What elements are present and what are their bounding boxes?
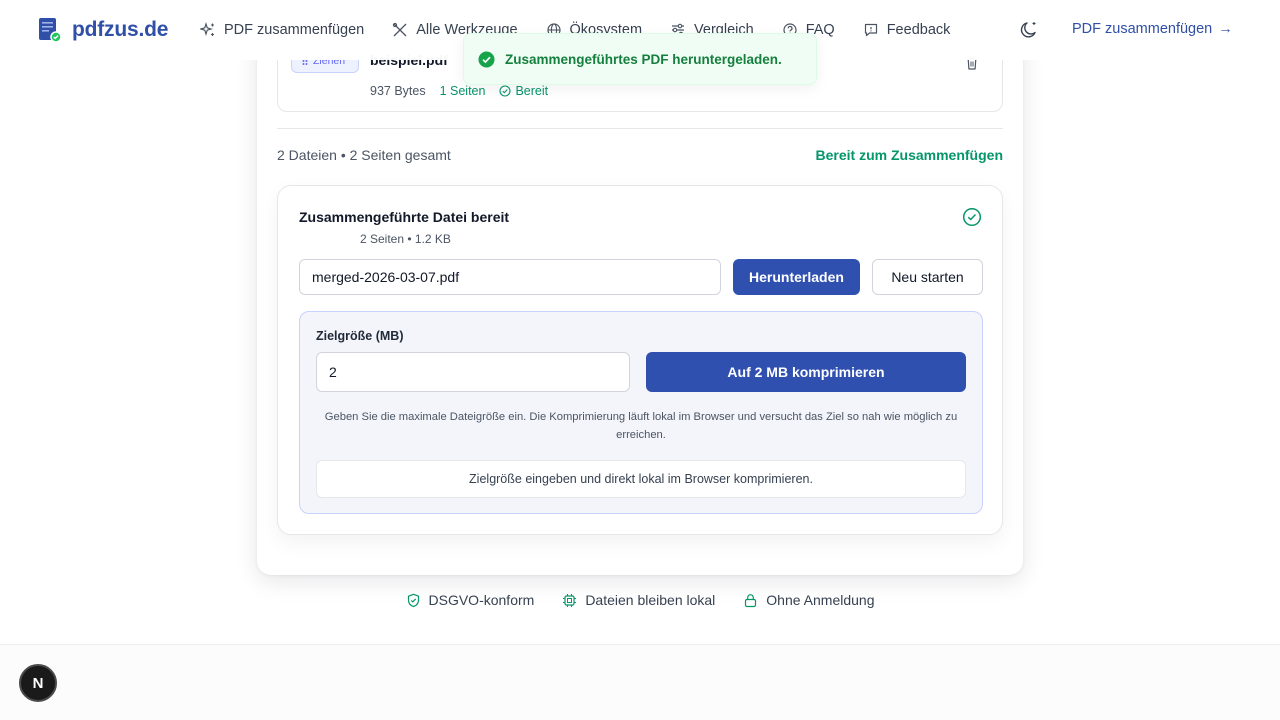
badge-label: Ohne Anmeldung bbox=[766, 592, 875, 608]
message-square-icon bbox=[864, 23, 877, 37]
sparkles-icon bbox=[200, 22, 214, 36]
tools-icon bbox=[393, 22, 407, 37]
badge-gdpr: DSGVO-konform bbox=[406, 592, 535, 608]
check-circle-icon bbox=[962, 207, 982, 227]
footer bbox=[0, 645, 1280, 720]
file-pages: 1 Seiten bbox=[439, 84, 486, 98]
badge-local-files: Dateien bleiben lokal bbox=[562, 592, 715, 608]
merge-summary: 2 Dateien • 2 Seiten gesamt bbox=[277, 147, 451, 163]
compress-button[interactable]: Auf 2 MB komprimieren bbox=[646, 352, 966, 392]
download-button[interactable]: Herunterladen bbox=[733, 259, 860, 295]
compression-help-text: Geben Sie die maximale Dateigröße ein. D… bbox=[324, 411, 958, 441]
success-toast: Zusammengeführtes PDF heruntergeladen. bbox=[463, 33, 817, 85]
moon-icon bbox=[1020, 22, 1036, 38]
file-status-label: Bereit bbox=[515, 84, 549, 98]
arrow-right-icon: → bbox=[1218, 21, 1233, 37]
logo[interactable]: pdfzus.de bbox=[38, 17, 168, 43]
file-status: Bereit bbox=[499, 84, 548, 98]
result-panel: Zusammengeführte Datei bereit 2 Seiten •… bbox=[277, 185, 1003, 535]
header-cta-label: PDF zusammenfügen bbox=[1072, 21, 1213, 37]
nav-item-merge[interactable]: PDF zusammenfügen bbox=[200, 22, 364, 38]
chip-icon bbox=[563, 593, 577, 607]
badge-no-signup: Ohne Anmeldung bbox=[743, 592, 875, 608]
result-meta: 2 Seiten • 1.2 KB bbox=[360, 232, 451, 246]
badge-label: DSGVO-konform bbox=[428, 592, 535, 608]
compression-status: Zielgröße eingeben und direkt lokal im B… bbox=[316, 460, 966, 498]
header-cta-link[interactable]: PDF zusammenfügen → bbox=[1072, 21, 1233, 37]
theme-toggle-button[interactable] bbox=[1018, 19, 1040, 41]
divider bbox=[277, 128, 1003, 129]
nav-item-label: Feedback bbox=[886, 22, 951, 38]
trust-badges: DSGVO-konform Dateien bleiben lokal Ohne… bbox=[0, 592, 1280, 608]
nextjs-dev-indicator[interactable]: N bbox=[19, 664, 57, 702]
check-circle-icon bbox=[478, 51, 495, 67]
check-circle-icon bbox=[499, 85, 512, 97]
logo-text: pdfzus.de bbox=[72, 18, 169, 41]
target-size-input[interactable] bbox=[316, 352, 630, 392]
nav-item-label: PDF zusammenfügen bbox=[224, 22, 365, 38]
result-title: Zusammengeführte Datei bereit bbox=[299, 209, 510, 225]
restart-button[interactable]: Neu starten bbox=[872, 259, 983, 295]
toast-message: Zusammengeführtes PDF heruntergeladen. bbox=[505, 51, 782, 67]
file-size: 937 Bytes bbox=[370, 84, 426, 98]
badge-label: Dateien bleiben lokal bbox=[585, 592, 716, 608]
target-size-label: Zielgröße (MB) bbox=[316, 329, 404, 343]
output-filename-input[interactable] bbox=[299, 259, 721, 295]
shield-check-icon bbox=[407, 593, 419, 607]
merge-ready-status: Bereit zum Zusammenfügen bbox=[815, 147, 1003, 163]
logo-icon bbox=[38, 17, 62, 43]
nav-item-feedback[interactable]: Feedback bbox=[863, 22, 951, 38]
compression-panel: Zielgröße (MB) Auf 2 MB komprimieren Geb… bbox=[299, 311, 983, 514]
lock-icon bbox=[745, 593, 757, 607]
file-meta: 937 Bytes 1 Seiten Bereit bbox=[370, 84, 548, 98]
